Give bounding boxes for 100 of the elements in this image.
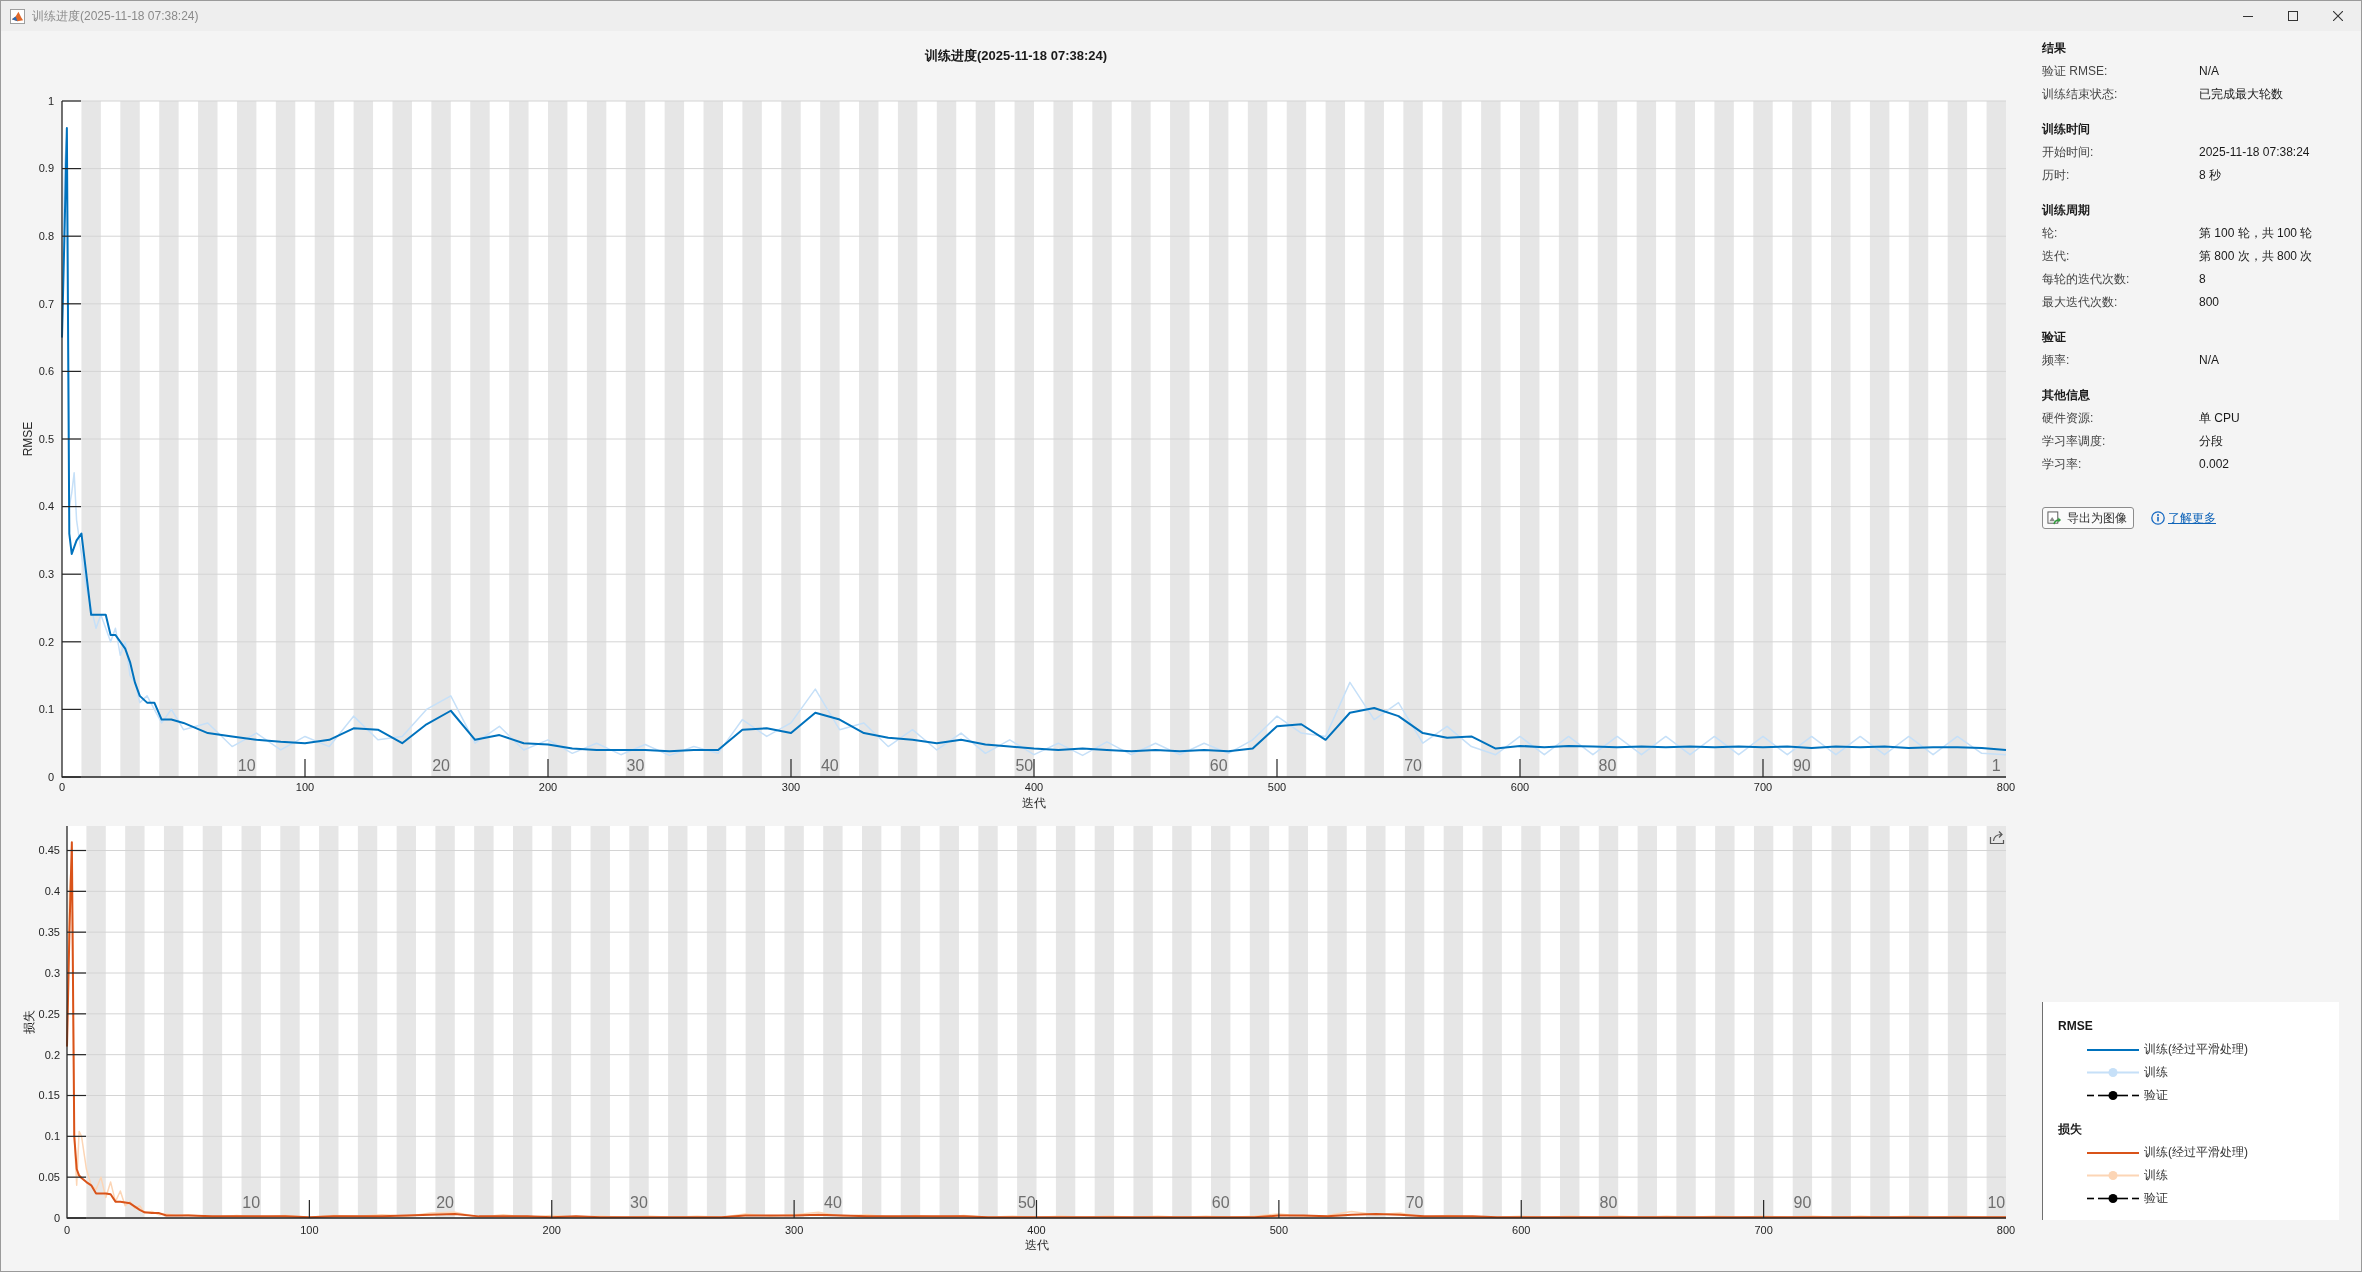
info-value: 2025-11-18 07:38:24 xyxy=(2199,144,2310,161)
section-title: 训练周期 xyxy=(2042,203,2090,217)
x-tick-label: 500 xyxy=(1269,1224,1289,1236)
epoch-label: 50 xyxy=(1017,1194,1036,1211)
epoch-label: 70 xyxy=(1404,757,1422,774)
y-tick-label: 0.4 xyxy=(44,885,60,898)
legend-group-title: RMSE xyxy=(2058,1019,2093,1033)
legend-group-title: 损失 xyxy=(2058,1122,2082,1136)
x-tick-label: 600 xyxy=(1510,781,1530,793)
legend-label: 训练 xyxy=(2144,1167,2168,1184)
info-label: 开始时间: xyxy=(2042,144,2094,161)
x-tick-label: 400 xyxy=(1024,781,1044,793)
section-title: 其他信息 xyxy=(2042,388,2090,402)
x-tick-label: 700 xyxy=(1753,781,1773,793)
legend-label: 验证 xyxy=(2144,1087,2168,1104)
section-title: 训练时间 xyxy=(2042,122,2090,136)
window-title: 训练进度(2025-11-18 07:38:24) xyxy=(32,7,199,25)
legend-label: 训练(经过平滑处理) xyxy=(2144,1144,2248,1161)
info-value: 单 CPU xyxy=(2199,410,2240,427)
y-tick-label: 0.2 xyxy=(38,635,54,648)
section-title: 验证 xyxy=(2042,330,2066,344)
info-value: 8 秒 xyxy=(2199,167,2221,184)
epoch-label: 60 xyxy=(1211,1194,1230,1211)
epoch-label: 80 xyxy=(1599,1194,1618,1211)
epoch-label: 30 xyxy=(630,1194,648,1211)
epoch-label: 20 xyxy=(436,1194,454,1211)
legend-label: 训练 xyxy=(2144,1064,2168,1081)
epoch-label: 80 xyxy=(1598,757,1617,774)
x-tick-label: 0 xyxy=(63,1224,71,1236)
y-tick-label: 0.4 xyxy=(38,500,54,513)
y-tick-label: 0.9 xyxy=(38,162,54,175)
y-axis-label: 损失 xyxy=(22,1010,36,1034)
info-value: N/A xyxy=(2199,352,2219,369)
x-tick-label: 100 xyxy=(300,1224,319,1236)
info-label: 训练结束状态: xyxy=(2042,86,2118,103)
y-tick-label: 0.25 xyxy=(38,1007,60,1020)
info-label: 频率: xyxy=(2042,352,2070,369)
info-label: 学习率调度: xyxy=(2042,433,2106,450)
y-tick-label: 0.3 xyxy=(38,568,54,581)
info-label: 最大迭代次数: xyxy=(2042,294,2118,311)
y-tick-label: 0 xyxy=(47,770,54,783)
x-tick-label: 700 xyxy=(1754,1224,1773,1236)
epoch-label: 10 xyxy=(1987,1194,2006,1211)
epoch-label: 30 xyxy=(626,757,645,774)
y-tick-label: 0.05 xyxy=(38,1171,60,1183)
info-value: 第 100 轮，共 100 轮 xyxy=(2199,225,2313,242)
x-tick-label: 200 xyxy=(542,1224,561,1236)
info-value: 800 xyxy=(2199,294,2220,311)
info-value: 8 xyxy=(2199,271,2206,288)
y-axis-label: RMSE xyxy=(21,421,35,457)
info-value: N/A xyxy=(2199,63,2219,80)
y-tick-label: 0.6 xyxy=(38,365,54,378)
epoch-label: 70 xyxy=(1405,1194,1424,1211)
info-label: 硬件资源: xyxy=(2042,410,2094,427)
legend-label: 验证 xyxy=(2144,1190,2168,1207)
y-tick-label: 0.15 xyxy=(38,1089,60,1102)
info-label: 轮: xyxy=(2042,225,2058,242)
x-tick-label: 400 xyxy=(1027,1224,1046,1236)
y-tick-label: 0.7 xyxy=(38,297,54,310)
epoch-label: 60 xyxy=(1209,757,1228,774)
y-tick-label: 0 xyxy=(53,1211,60,1224)
y-tick-label: 0.1 xyxy=(38,703,54,716)
epoch-label: 20 xyxy=(432,757,450,774)
epoch-label: 40 xyxy=(824,1194,842,1211)
x-axis-label: 迭代 xyxy=(1022,796,1046,810)
info-label: 验证 RMSE: xyxy=(2042,63,2108,80)
legend-label: 训练(经过平滑处理) xyxy=(2144,1041,2248,1058)
epoch-label: 90 xyxy=(1793,757,1811,774)
x-tick-label: 100 xyxy=(295,781,315,793)
info-label: 迭代: xyxy=(2042,248,2070,265)
epoch-label: 50 xyxy=(1015,757,1034,774)
info-value: 分段 xyxy=(2199,433,2223,450)
epoch-label: 10 xyxy=(237,757,256,774)
x-tick-label: 0 xyxy=(58,781,66,793)
y-tick-label: 0.35 xyxy=(38,926,60,938)
info-value: 第 800 次，共 800 次 xyxy=(2199,248,2313,265)
epoch-label: 90 xyxy=(1793,1194,1812,1211)
epoch-label: 10 xyxy=(242,1194,261,1211)
x-tick-label: 300 xyxy=(784,1224,804,1236)
info-label: 学习率: xyxy=(2042,456,2082,473)
x-tick-label: 600 xyxy=(1512,1224,1531,1236)
y-tick-label: 0.3 xyxy=(44,966,60,979)
y-tick-label: 0.5 xyxy=(38,432,54,445)
section-title: 结果 xyxy=(2042,41,2066,55)
info-label: 历时: xyxy=(2042,167,2070,184)
y-tick-label: 0.45 xyxy=(38,844,60,857)
x-tick-label: 800 xyxy=(1996,781,2016,793)
figure-title: 训练进度(2025-11-18 07:38:24) xyxy=(924,47,1108,65)
info-value: 0.002 xyxy=(2199,456,2230,473)
y-tick-label: 1 xyxy=(47,94,54,107)
x-tick-label: 300 xyxy=(781,781,801,793)
info-label: 每轮的迭代次数: xyxy=(2042,271,2130,288)
epoch-label: 1 xyxy=(1991,757,2001,774)
y-tick-label: 0.8 xyxy=(38,230,54,243)
x-tick-label: 800 xyxy=(1996,1224,2016,1236)
y-tick-label: 0.1 xyxy=(44,1130,60,1143)
info-value: 已完成最大轮数 xyxy=(2199,86,2283,103)
x-tick-label: 500 xyxy=(1267,781,1287,793)
x-tick-label: 200 xyxy=(538,781,558,793)
epoch-label: 40 xyxy=(821,757,839,774)
